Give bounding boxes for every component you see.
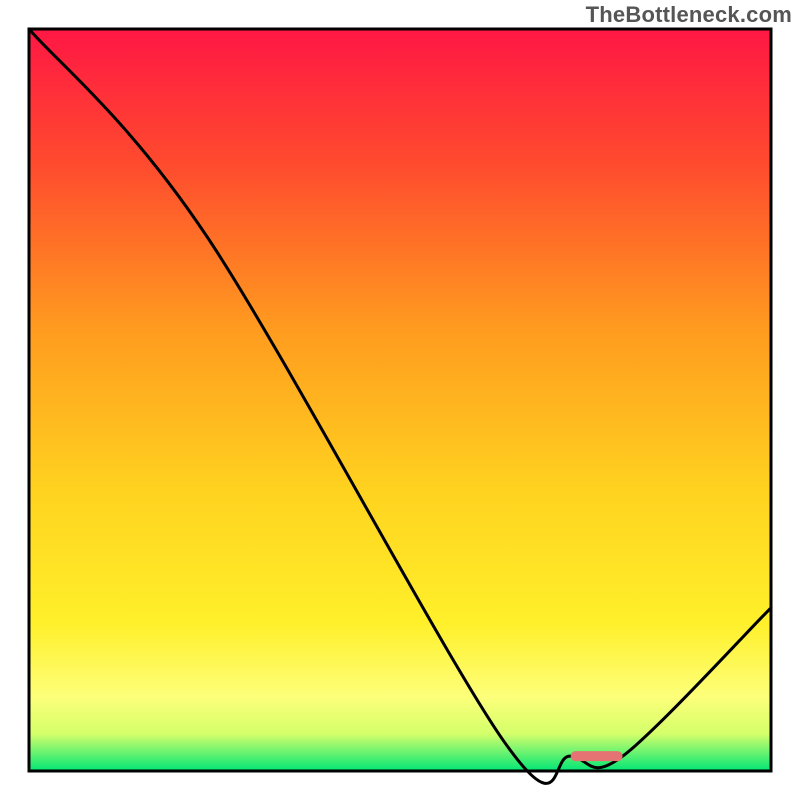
optimal-marker [571, 751, 623, 761]
plot-background [29, 29, 771, 771]
chart-svg [0, 0, 800, 800]
chart-container: TheBottleneck.com [0, 0, 800, 800]
watermark-text: TheBottleneck.com [586, 2, 792, 28]
